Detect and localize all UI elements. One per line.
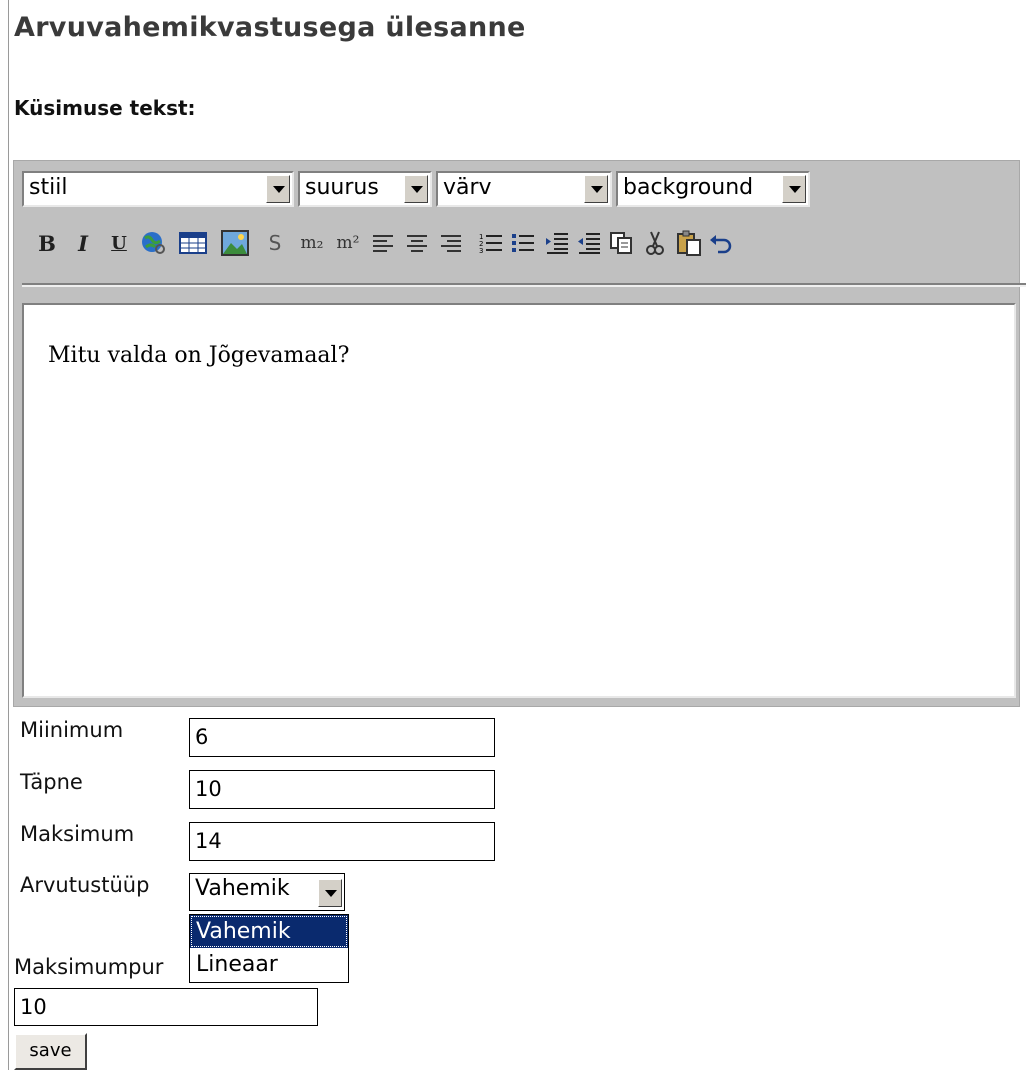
background-select-value: background [623,175,754,200]
calc-type-value: Vahemik [195,876,290,901]
style-select[interactable]: stiil [22,171,294,207]
background-select[interactable]: background [616,171,810,207]
insert-table-icon[interactable] [178,228,208,258]
unordered-list-icon[interactable] [508,228,538,258]
italic-button[interactable]: I [68,228,98,258]
align-right-icon[interactable] [436,228,466,258]
chevron-down-icon[interactable] [318,879,342,907]
superscript-button[interactable]: m² [330,228,366,258]
color-select-value: värv [443,175,492,200]
chevron-down-icon[interactable] [266,175,290,203]
exact-label: Täpne [20,770,83,794]
underline-button[interactable]: U [104,228,134,258]
size-select-value: suurus [305,175,379,200]
style-select-value: stiil [29,175,68,200]
subscript-button[interactable]: m₂ [294,228,330,258]
max-points-label: Maksimumpur [14,955,164,979]
maximum-input[interactable]: 14 [189,822,495,861]
outdent-icon[interactable] [574,228,604,258]
align-center-icon[interactable] [402,228,432,258]
minimum-input[interactable]: 6 [189,718,495,757]
max-points-input[interactable]: 10 [14,988,318,1026]
save-button[interactable]: save [14,1033,87,1070]
strikethrough-button[interactable]: S [260,228,290,258]
bold-button[interactable]: B [32,228,62,258]
editor-content-area[interactable]: Mitu valda on Jõgevamaal? [22,303,1016,698]
chevron-down-icon[interactable] [782,175,806,203]
toolbar-divider [22,283,1026,287]
calc-type-select[interactable]: Vahemik [189,873,345,911]
insert-image-icon[interactable] [220,228,250,258]
frame-left-border [8,0,9,1070]
chevron-down-icon[interactable] [404,175,428,203]
svg-text:3: 3 [479,247,483,255]
size-select[interactable]: suurus [298,171,432,207]
option-vahemik[interactable]: Vahemik [190,915,348,948]
calc-type-dropdown-list[interactable]: Vahemik Lineaar [189,914,349,983]
question-text-label: Küsimuse tekst: [14,96,196,120]
copy-icon[interactable] [606,228,636,258]
cut-icon[interactable] [640,228,670,258]
paste-icon[interactable] [674,228,704,258]
insert-link-icon[interactable] [138,228,168,258]
option-lineaar[interactable]: Lineaar [190,948,348,981]
exact-input[interactable]: 10 [189,770,495,809]
maximum-label: Maksimum [20,822,135,846]
color-select[interactable]: värv [436,171,612,207]
calc-type-label: Arvutustüüp [20,873,150,897]
minimum-label: Miinimum [20,718,124,742]
page-title: Arvuvahemikvastusega ülesanne [14,12,526,43]
undo-icon[interactable] [706,228,736,258]
question-text[interactable]: Mitu valda on Jõgevamaal? [48,343,349,368]
align-left-icon[interactable] [368,228,398,258]
indent-icon[interactable] [542,228,572,258]
chevron-down-icon[interactable] [584,175,608,203]
ordered-list-icon[interactable]: 123 [476,228,506,258]
